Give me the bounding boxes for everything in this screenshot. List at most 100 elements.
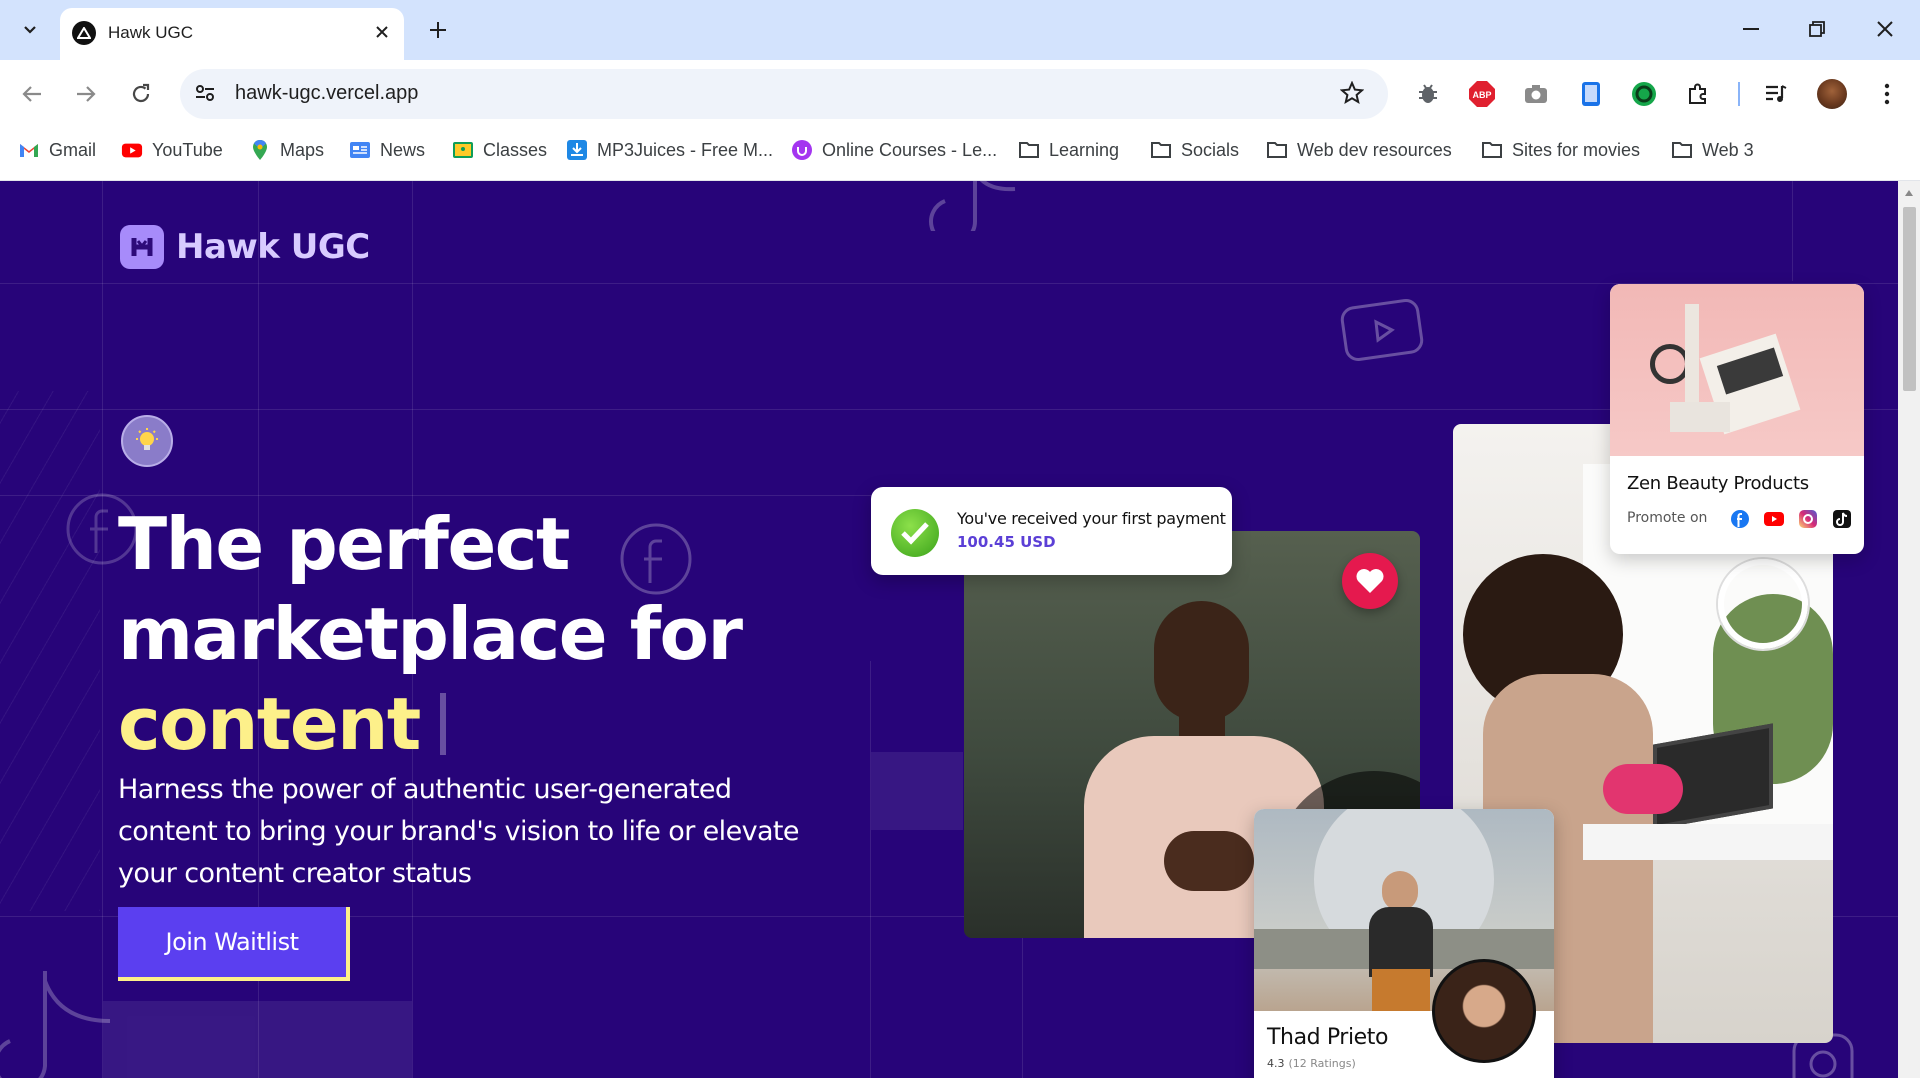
hero-title-line2: marketplace for bbox=[118, 592, 743, 676]
hero-title-highlight: content bbox=[118, 682, 421, 766]
tab-title: Hawk UGC bbox=[108, 23, 194, 42]
phone-extension-icon[interactable] bbox=[1577, 80, 1605, 108]
bookmark-news[interactable]: News bbox=[349, 138, 425, 162]
grid-line bbox=[1792, 181, 1793, 281]
bookmark-label: Classes bbox=[483, 139, 548, 160]
instagram-icon[interactable] bbox=[1798, 509, 1818, 529]
bookmark-label: Sites for movies bbox=[1512, 139, 1641, 160]
hatch-pattern bbox=[0, 391, 100, 911]
address-bar[interactable]: hawk-ugc.vercel.app bbox=[180, 69, 1388, 119]
tab-favicon-icon bbox=[72, 21, 96, 45]
check-circle-icon bbox=[891, 509, 939, 557]
youtube-icon[interactable] bbox=[1763, 509, 1785, 529]
tab-close-button[interactable] bbox=[370, 20, 394, 44]
hero-title: The perfect marketplace for content bbox=[118, 499, 878, 769]
join-waitlist-label: Join Waitlist bbox=[165, 928, 300, 956]
grammar-extension-icon[interactable] bbox=[1630, 80, 1658, 108]
arrow-left-icon bbox=[22, 86, 41, 102]
reload-button[interactable] bbox=[127, 80, 155, 108]
adblock-extension-icon[interactable]: ABP bbox=[1468, 80, 1496, 108]
close-window-button[interactable] bbox=[1870, 14, 1900, 44]
product-card[interactable]: Zen Beauty Products Promote on bbox=[1610, 284, 1864, 554]
bookmark-folder-socials[interactable]: Socials bbox=[1150, 138, 1239, 162]
url-text: hawk-ugc.vercel.app bbox=[235, 82, 419, 104]
bookmark-maps[interactable]: Maps bbox=[249, 138, 324, 162]
youtube-icon bbox=[121, 143, 143, 158]
chevron-down-icon bbox=[24, 26, 36, 34]
creator-profile-card[interactable]: Thad Prieto 4.3 (12 Ratings) bbox=[1254, 809, 1554, 1078]
brand-name: Hawk UGC bbox=[176, 227, 370, 267]
bookmark-gmail[interactable]: Gmail bbox=[18, 138, 96, 162]
payment-amount: 100.45 USD bbox=[957, 533, 1056, 551]
reload-icon bbox=[132, 83, 150, 103]
restore-icon bbox=[1809, 21, 1825, 37]
tiktok-decor-icon bbox=[929, 181, 1016, 231]
brand-logo[interactable]: Hawk UGC bbox=[120, 225, 370, 269]
grid-highlight-cell bbox=[871, 752, 963, 830]
product-name: Zen Beauty Products bbox=[1627, 473, 1809, 494]
download-icon bbox=[567, 140, 587, 160]
creator-avatar bbox=[1432, 959, 1536, 1063]
bug-extension-icon[interactable] bbox=[1414, 80, 1442, 108]
photo-desk bbox=[1583, 824, 1833, 860]
tab-strip: Hawk UGC bbox=[0, 0, 1920, 60]
creator-name: Thad Prieto bbox=[1267, 1025, 1389, 1050]
toolbar-divider bbox=[1738, 82, 1740, 106]
bookmark-folder-learning[interactable]: Learning bbox=[1018, 138, 1119, 162]
hero-subtitle: Harness the power of authentic user-gene… bbox=[118, 774, 800, 889]
youtube-decor-icon bbox=[1340, 299, 1424, 361]
bookmark-label: Socials bbox=[1181, 139, 1240, 160]
camera-extension-icon[interactable] bbox=[1522, 80, 1550, 108]
bookmark-folder-web-dev[interactable]: Web dev resources bbox=[1266, 138, 1452, 162]
maps-icon bbox=[253, 140, 267, 160]
bookmark-folder-web3[interactable]: Web 3 bbox=[1671, 138, 1754, 162]
media-controls-icon[interactable] bbox=[1762, 80, 1790, 108]
bookmark-mp3juices[interactable]: MP3Juices - Free M... bbox=[566, 138, 773, 162]
tiktok-decor-icon bbox=[0, 971, 111, 1078]
active-tab[interactable]: Hawk UGC bbox=[60, 8, 404, 60]
chrome-menu-button[interactable] bbox=[1873, 80, 1901, 108]
tab-search-button[interactable] bbox=[12, 12, 48, 48]
page-scrollbar[interactable] bbox=[1898, 181, 1920, 1078]
bookmark-online-courses[interactable]: Online Courses - Le... bbox=[791, 138, 997, 162]
restore-button[interactable] bbox=[1802, 14, 1832, 44]
site-info-icon[interactable] bbox=[194, 82, 218, 106]
like-heart-button[interactable] bbox=[1342, 553, 1398, 609]
bookmark-youtube[interactable]: YouTube bbox=[121, 138, 223, 162]
minimize-icon bbox=[1743, 28, 1759, 30]
new-tab-button[interactable] bbox=[424, 16, 452, 44]
lightbulb-icon bbox=[136, 428, 158, 450]
payment-notification: You've received your first payment 100.4… bbox=[871, 487, 1232, 575]
join-waitlist-button[interactable]: Join Waitlist bbox=[118, 907, 350, 981]
close-icon bbox=[376, 26, 388, 38]
back-button[interactable] bbox=[18, 80, 46, 108]
lightbulb-badge bbox=[121, 415, 173, 467]
folder-icon bbox=[1482, 142, 1502, 158]
typing-cursor bbox=[439, 693, 446, 755]
bookmark-classes[interactable]: Classes bbox=[452, 138, 547, 162]
payment-title: You've received your first payment bbox=[957, 509, 1226, 528]
creator-rating: 4.3 (12 Ratings) bbox=[1267, 1057, 1356, 1070]
scrollbar-thumb[interactable] bbox=[1903, 207, 1916, 391]
scroll-up-arrow-icon[interactable] bbox=[1904, 189, 1914, 197]
grid-highlight-cell bbox=[103, 1001, 412, 1078]
extensions-puzzle-icon[interactable] bbox=[1684, 80, 1712, 108]
product-image bbox=[1610, 284, 1864, 456]
rating-count: (12 Ratings) bbox=[1288, 1057, 1356, 1070]
bookmark-star-button[interactable] bbox=[1339, 80, 1366, 107]
star-icon bbox=[1339, 80, 1365, 105]
forward-button[interactable] bbox=[72, 80, 100, 108]
photo-pink-cloth bbox=[1603, 764, 1683, 814]
profile-avatar[interactable] bbox=[1817, 79, 1847, 109]
bookmark-label: Gmail bbox=[49, 139, 97, 160]
facebook-icon[interactable] bbox=[1730, 509, 1750, 529]
plus-icon bbox=[430, 22, 446, 38]
heart-icon bbox=[1356, 569, 1384, 593]
udemy-icon bbox=[792, 140, 812, 160]
promote-label: Promote on bbox=[1627, 510, 1708, 526]
bookmark-folder-movies[interactable]: Sites for movies bbox=[1481, 138, 1640, 162]
hawk-ugc-page: Hawk UGC The perfect marketplace for con… bbox=[0, 181, 1898, 1078]
minimize-button[interactable] bbox=[1736, 14, 1766, 44]
bookmark-label: Web dev resources bbox=[1297, 139, 1452, 160]
tiktok-icon[interactable] bbox=[1832, 509, 1852, 529]
